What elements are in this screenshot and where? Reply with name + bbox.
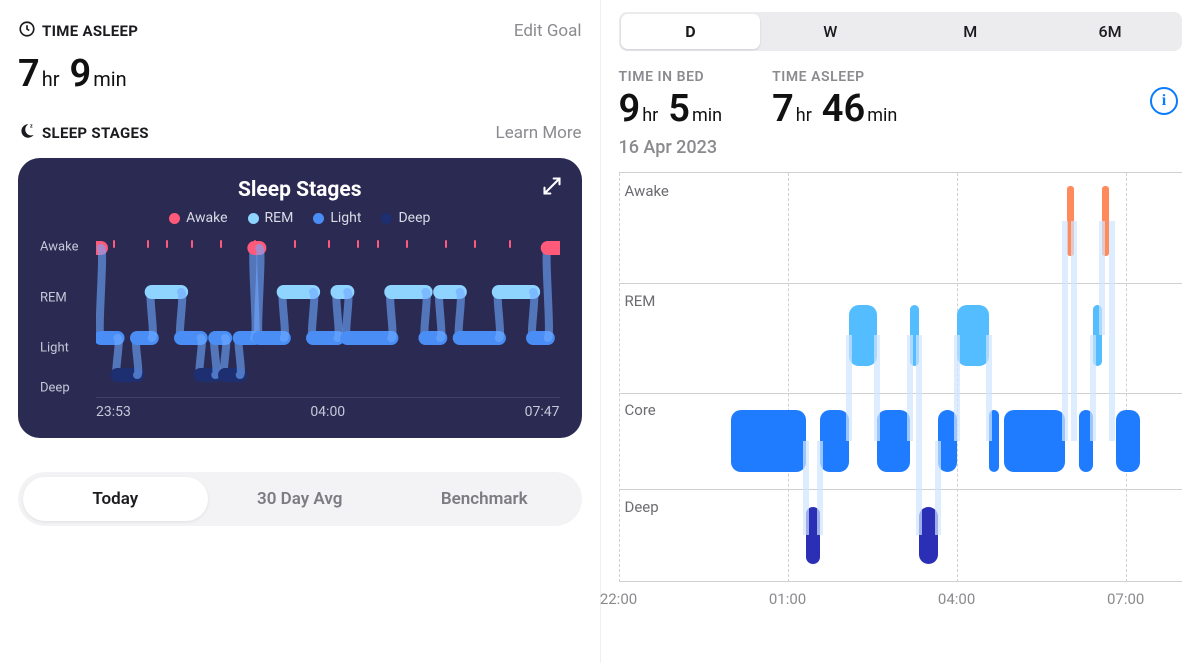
time-in-bed-stat: TIME IN BED 9hr5min: [619, 69, 733, 131]
clock-icon: [18, 20, 36, 42]
seg-today[interactable]: Today: [23, 477, 208, 521]
asleep-minutes: 9: [70, 52, 92, 96]
xlabel: 07:47: [525, 404, 560, 420]
ylabel-rem: REM: [40, 290, 67, 305]
legend-light: Light: [330, 210, 361, 226]
sleep-stages-heading: z SLEEP STAGES: [18, 122, 149, 144]
sleep-day-chart: Awake REM Core Deep 22:0001:0004:0007:00: [619, 172, 1183, 612]
legend-rem: REM: [265, 210, 294, 226]
time-asleep-label-right: TIME ASLEEP: [772, 69, 907, 85]
rowlabel-core: Core: [625, 401, 656, 419]
seg-30day[interactable]: 30 Day Avg: [208, 477, 393, 521]
legend: Awake REM Light Deep: [40, 210, 560, 226]
xlabel: 07:00: [1107, 590, 1144, 608]
view-segmented-control: Today 30 Day Avg Benchmark: [18, 472, 582, 526]
info-icon[interactable]: i: [1150, 87, 1178, 115]
sleep-stages-card[interactable]: Sleep Stages Awake REM Light Deep Awake …: [18, 158, 582, 438]
edit-goal-button[interactable]: Edit Goal: [514, 21, 582, 41]
xlabel: 04:00: [938, 590, 975, 608]
xlabel: 22:00: [600, 590, 637, 608]
seg-benchmark[interactable]: Benchmark: [392, 477, 577, 521]
ylabel-deep: Deep: [40, 380, 70, 395]
rowlabel-rem: REM: [625, 292, 656, 310]
range-d[interactable]: D: [621, 14, 761, 49]
rowlabel-deep: Deep: [625, 498, 659, 516]
svg-text:z: z: [30, 123, 33, 129]
sleep-stages-label: SLEEP STAGES: [42, 124, 149, 142]
date-label: 16 Apr 2023: [619, 137, 1183, 158]
xlabel: 04:00: [310, 404, 345, 420]
xlabel: 23:53: [96, 404, 131, 420]
time-in-bed-label: TIME IN BED: [619, 69, 733, 85]
sleep-stages-chart: Awake REM Light Deep 23:53 04:00 07:47: [40, 240, 560, 420]
range-w[interactable]: W: [760, 14, 900, 49]
range-segmented-control: D W M 6M: [619, 12, 1183, 51]
rowlabel-awake: Awake: [625, 182, 669, 200]
moon-icon: z: [18, 122, 36, 144]
app-panel-right: D W M 6M TIME IN BED 9hr5min TIME ASLEEP…: [601, 0, 1200, 663]
card-title: Sleep Stages: [40, 178, 560, 202]
time-asleep-stat: TIME ASLEEP 7hr46min: [772, 69, 907, 131]
app-panel-left: TIME ASLEEP Edit Goal 7hr9min z SLEEP ST…: [0, 0, 601, 663]
range-6m[interactable]: 6M: [1040, 14, 1180, 49]
asleep-hours: 7: [18, 52, 40, 96]
time-asleep-heading: TIME ASLEEP: [18, 20, 138, 42]
ylabel-awake: Awake: [40, 240, 78, 255]
learn-more-button[interactable]: Learn More: [496, 123, 582, 143]
range-m[interactable]: M: [900, 14, 1040, 49]
legend-deep: Deep: [398, 210, 430, 226]
time-asleep-label: TIME ASLEEP: [42, 22, 138, 40]
ylabel-light: Light: [40, 341, 69, 356]
expand-icon[interactable]: [542, 176, 562, 200]
time-asleep-value: 7hr9min: [18, 52, 582, 96]
legend-awake: Awake: [186, 210, 227, 226]
xlabel: 01:00: [769, 590, 806, 608]
